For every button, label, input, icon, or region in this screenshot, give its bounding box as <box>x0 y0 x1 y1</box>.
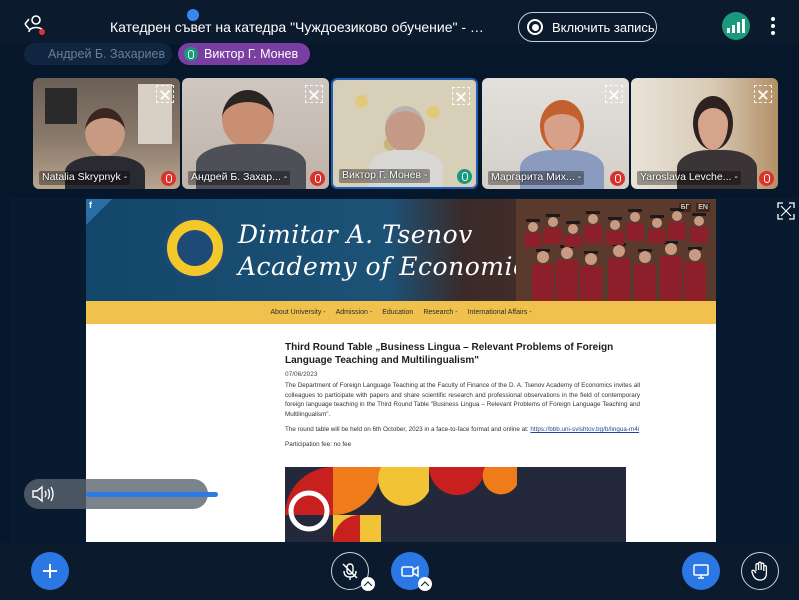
volume-control <box>24 479 218 509</box>
muted-microphone-icon <box>342 563 358 580</box>
article: Third Round Table „Business Lingua – Rel… <box>285 341 640 448</box>
top-bar: Катедрен съвет на катедра "Чуждоезиково … <box>0 0 799 44</box>
audio-options-caret-icon[interactable] <box>361 577 375 591</box>
screenshare-button[interactable] <box>682 552 720 590</box>
site-header: f Dimitar A. Tsenov Academy of Economics <box>86 199 716 301</box>
video-options-caret-icon[interactable] <box>418 577 432 591</box>
video-tile[interactable]: Андрей Б. Захар... - <box>182 78 329 189</box>
record-icon <box>527 19 543 35</box>
start-recording-button[interactable]: Включить запись <box>518 12 657 42</box>
expand-icon[interactable] <box>605 85 623 103</box>
participant-name: Андрей Б. Захар... - <box>188 171 291 185</box>
talker-pill[interactable]: Андрей Б. Захариев <box>24 43 172 65</box>
expand-icon[interactable] <box>452 87 470 105</box>
lang-bg[interactable]: БГ <box>678 203 692 212</box>
muted-microphone-icon <box>310 171 325 186</box>
site-name: Dimitar A. Tsenov Academy of Economics <box>238 219 541 283</box>
facebook-letter: f <box>89 200 92 210</box>
muted-microphone-icon <box>161 171 176 186</box>
expand-icon[interactable] <box>156 85 174 103</box>
article-fee: Participation fee: no fee <box>285 440 352 448</box>
speaker-volume-icon[interactable] <box>30 484 56 504</box>
talker-pill-active[interactable]: Виктор Г. Монев <box>178 43 310 65</box>
record-label: Включить запись <box>552 19 655 35</box>
nav-about[interactable]: About University - <box>270 309 325 316</box>
participant-name: Natalia Skrypnyk - <box>39 171 131 185</box>
muted-microphone-icon <box>759 171 774 186</box>
article-venue: The round table will be held on 6th Octo… <box>285 425 640 435</box>
expand-icon[interactable] <box>754 85 772 103</box>
nav-international[interactable]: International Affairs - <box>468 309 532 316</box>
participant-name: Маргарита Мих... - <box>488 171 585 185</box>
lang-en[interactable]: EN <box>696 203 710 212</box>
site-name-line2: Academy of Economics <box>238 252 541 281</box>
fullscreen-icon[interactable] <box>777 202 795 220</box>
webcam-strip: Natalia Skrypnyk - Андрей Б. Захар... - … <box>0 78 799 189</box>
connection-stats-icon[interactable] <box>722 12 750 40</box>
participant-name: Виктор Г. Монев - <box>339 169 431 183</box>
video-tile[interactable]: Natalia Skrypnyk - <box>33 78 180 189</box>
participant-name: Yaroslava Levche... - <box>637 171 741 185</box>
volume-slider-handle[interactable] <box>187 9 199 21</box>
volume-slider-track[interactable] <box>86 492 218 497</box>
expand-icon[interactable] <box>305 85 323 103</box>
video-tile[interactable]: Yaroslava Levche... - <box>631 78 778 189</box>
talker-name: Андрей Б. Захариев <box>48 47 166 61</box>
academy-crest-logo <box>164 217 226 279</box>
language-switcher: БГ EN <box>678 203 710 212</box>
plus-icon <box>43 564 57 578</box>
meeting-title: Катедрен съвет на катедра "Чуждоезиково … <box>110 19 490 35</box>
video-tile[interactable]: Маргарита Мих... - <box>482 78 629 189</box>
site-nav: About University - Admission - Education… <box>86 301 716 324</box>
more-options-icon[interactable] <box>770 17 776 35</box>
article-link[interactable]: https://bbb.uni-svishtov.bg/b/lingua-m4i <box>530 426 639 433</box>
raise-hand-button[interactable] <box>741 552 779 590</box>
microphone-icon <box>184 47 198 61</box>
nav-research[interactable]: Research - <box>423 309 457 316</box>
graduates-photo <box>516 199 716 301</box>
actions-button[interactable] <box>31 552 69 590</box>
muted-microphone-icon <box>610 171 625 186</box>
event-banner-image <box>285 467 626 542</box>
article-date: 07/06/2023 <box>285 371 318 378</box>
microphone-icon <box>457 169 472 184</box>
nav-education[interactable]: Education <box>382 309 413 316</box>
video-camera-icon <box>401 565 419 578</box>
raise-hand-icon <box>751 561 768 581</box>
talking-indicator: Андрей Б. Захариев Виктор Г. Монев <box>24 43 310 65</box>
desktop-screen-icon <box>693 564 709 579</box>
bottom-toolbar <box>0 543 799 600</box>
article-title: Third Round Table „Business Lingua – Rel… <box>285 342 614 366</box>
article-body: The Department of Foreign Language Teach… <box>285 382 640 419</box>
talker-name: Виктор Г. Монев <box>204 47 299 61</box>
leave-meeting-icon[interactable] <box>20 12 46 36</box>
nav-admission[interactable]: Admission - <box>336 309 373 316</box>
video-tile-speaking[interactable]: Виктор Г. Монев - <box>331 78 478 189</box>
site-name-line1: Dimitar A. Tsenov <box>238 220 473 249</box>
article-venue-text: The round table will be held on 6th Octo… <box>285 425 529 433</box>
